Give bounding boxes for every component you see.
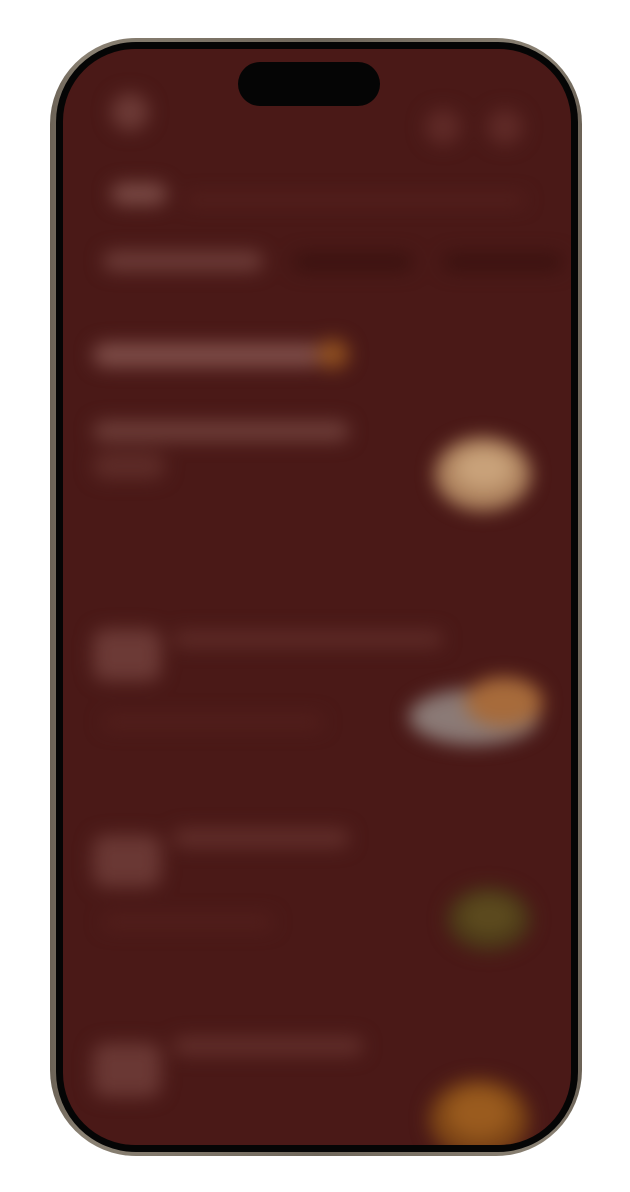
card-3-desc: [103, 915, 273, 929]
card-4-thumbnail-fried: [447, 1089, 511, 1137]
cart-icon[interactable]: [487, 109, 523, 145]
blurred-content: [63, 49, 571, 1145]
card-2-thumbnail-food: [465, 677, 543, 727]
device-stage: [0, 0, 630, 1192]
title-underline: [185, 195, 525, 205]
card-1-thumbnail-highlight: [455, 449, 513, 489]
card-3-badge: [93, 835, 161, 887]
search-icon[interactable]: [425, 109, 461, 145]
card-2-title: [173, 631, 443, 647]
card-2-desc: [103, 715, 323, 729]
section-heading-accent: [317, 339, 349, 369]
card-2-badge: [93, 629, 161, 681]
card-1-meta: [93, 453, 165, 479]
card-3-title: [173, 829, 349, 847]
filter-chip-1[interactable]: [103, 251, 263, 271]
card-1-title: [93, 421, 349, 441]
card-3-thumbnail-greens: [461, 897, 517, 935]
phone-screen: [63, 49, 571, 1145]
dynamic-island: [238, 62, 380, 106]
section-heading: [93, 343, 323, 367]
card-4-badge: [93, 1043, 161, 1097]
filter-chip-2[interactable]: [293, 253, 413, 271]
filter-chip-3[interactable]: [443, 253, 563, 271]
title-block: [111, 183, 167, 205]
card-4-title: [173, 1037, 363, 1055]
profile-icon[interactable]: [111, 93, 149, 131]
